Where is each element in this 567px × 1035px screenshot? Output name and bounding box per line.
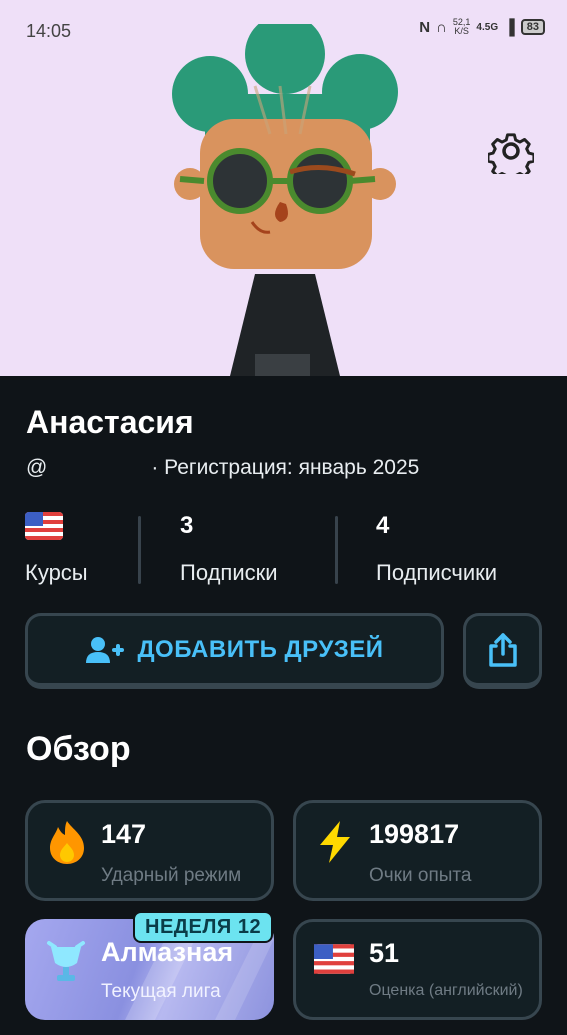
us-flag-icon [314,944,354,974]
streak-value: 147 [101,819,147,849]
overview-title: Обзор [26,730,131,768]
stat-following-value: 3 [180,512,194,539]
xp-card[interactable]: 199817 Очки опыта [293,800,542,901]
stat-followers[interactable]: 4 Подписчики [376,506,497,586]
signal-icon: ▐ [504,18,515,36]
score-label: Оценка (английский) [369,982,523,999]
profile-header: 14:05 N ∩ 52,1 K/S 4.5G ▐ 83 [0,0,567,376]
profile-stats: Курсы 3 Подписки 4 Подписчики [0,506,567,586]
profile-name: Анастасия [26,404,194,440]
battery-indicator: 83 [520,19,545,35]
share-button[interactable] [463,613,542,689]
score-card[interactable]: 51 Оценка (английский) [293,919,542,1020]
add-friends-button[interactable]: ДОБАВИТЬ ДРУЗЕЙ [25,613,444,689]
stat-divider [335,516,338,584]
network-speed: 52,1 K/S [453,18,471,36]
profile-handle: @ · Регистрация: январь 2025 [26,456,419,480]
nfc-icon: N [419,18,431,36]
flame-icon [50,821,84,864]
lightning-icon [320,821,350,863]
share-icon [488,632,517,667]
stat-divider [138,516,141,584]
league-value: Алмазная [101,937,234,967]
xp-value: 199817 [369,819,460,849]
streak-label: Ударный режим [101,865,242,886]
xp-label: Очки опыта [369,865,472,886]
add-friends-label: ДОБАВИТЬ ДРУЗЕЙ [137,635,384,663]
us-flag-icon [25,512,63,540]
status-icons: N ∩ 52,1 K/S 4.5G ▐ 83 [419,18,545,36]
stat-followers-value: 4 [376,512,390,539]
score-value: 51 [369,938,400,968]
handle-prefix: @ [26,456,48,479]
registration-date: · Регистрация: январь 2025 [151,456,420,479]
stat-courses[interactable]: Курсы [25,506,88,586]
avatar[interactable] [160,24,410,376]
headphones-icon: ∩ [436,18,447,36]
add-user-icon [86,636,125,663]
league-label: Текущая лига [101,981,221,1002]
gear-icon[interactable] [488,128,534,174]
stat-courses-label: Курсы [25,560,88,585]
stat-following-label: Подписки [180,560,278,585]
network-speed-unit: K/S [454,26,469,36]
status-time: 14:05 [26,21,72,41]
stat-following[interactable]: 3 Подписки [180,506,278,586]
league-card[interactable]: НЕДЕЛЯ 12 Алмазная Текущая лига [25,911,274,1020]
streak-card[interactable]: 147 Ударный режим [25,800,274,901]
diamond-trophy-icon [47,941,85,981]
stat-followers-label: Подписчики [376,560,498,585]
network-type: 4.5G [476,21,499,33]
